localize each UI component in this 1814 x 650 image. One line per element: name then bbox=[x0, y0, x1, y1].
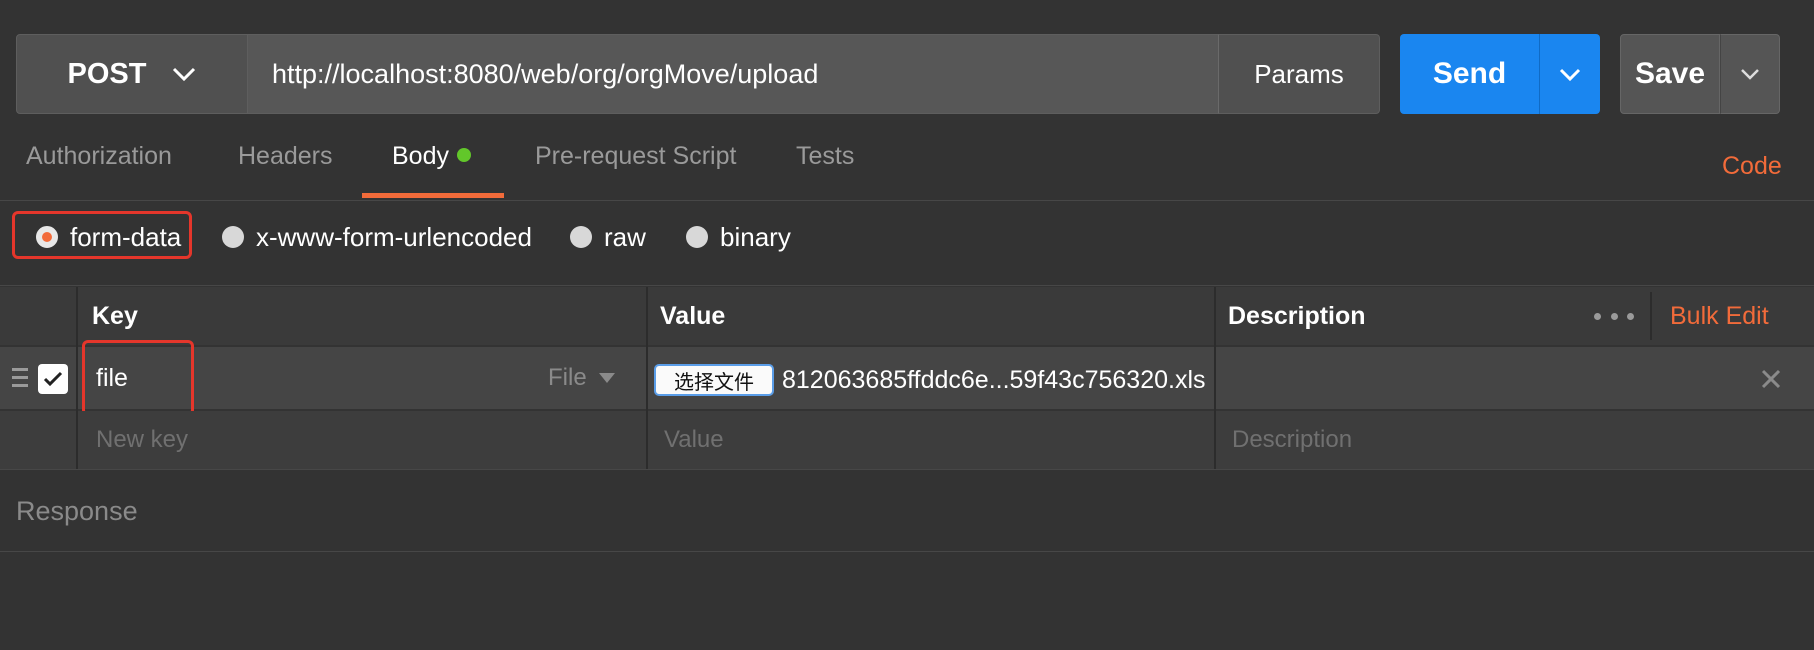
column-header-value: Value bbox=[660, 301, 726, 330]
chevron-down-icon bbox=[1741, 69, 1759, 80]
url-text: http://localhost:8080/web/org/orgMove/up… bbox=[272, 58, 819, 89]
column-divider bbox=[1214, 411, 1216, 469]
divider bbox=[0, 469, 1814, 470]
checkmark-icon bbox=[43, 371, 63, 387]
method-select[interactable]: POST bbox=[16, 34, 248, 114]
drag-handle-icon[interactable] bbox=[12, 368, 28, 390]
radio-label: raw bbox=[604, 221, 646, 252]
more-options-icon[interactable] bbox=[1594, 304, 1634, 328]
radio-x-www-form-urlencoded[interactable]: x-www-form-urlencoded bbox=[222, 214, 532, 260]
key-type-label: File bbox=[548, 364, 587, 391]
column-header-description: Description bbox=[1228, 301, 1366, 330]
choose-file-button[interactable]: 选择文件 bbox=[654, 364, 774, 396]
divider bbox=[0, 200, 1814, 201]
tab-label: Headers bbox=[238, 142, 333, 170]
tab-pre-request-script[interactable]: Pre-request Script bbox=[535, 142, 736, 192]
response-label: Response bbox=[16, 496, 138, 526]
close-icon[interactable] bbox=[1760, 368, 1782, 390]
save-label: Save bbox=[1634, 57, 1706, 90]
key-type-select[interactable]: File bbox=[548, 364, 615, 392]
url-input[interactable]: http://localhost:8080/web/org/orgMove/up… bbox=[248, 34, 1218, 114]
row-enabled-checkbox[interactable] bbox=[38, 364, 68, 394]
new-description-input[interactable]: Description bbox=[1232, 426, 1352, 454]
radio-unchecked-icon bbox=[570, 226, 592, 248]
active-tab-indicator bbox=[362, 193, 504, 198]
column-divider bbox=[1650, 292, 1652, 340]
method-label: POST bbox=[67, 57, 147, 90]
code-link[interactable]: Code bbox=[1722, 152, 1782, 181]
tab-headers[interactable]: Headers bbox=[238, 142, 333, 192]
save-options-button[interactable] bbox=[1720, 34, 1780, 114]
save-button[interactable]: Save bbox=[1620, 34, 1720, 114]
choose-file-label: 选择文件 bbox=[674, 371, 754, 394]
radio-unchecked-icon bbox=[686, 226, 708, 248]
tab-authorization[interactable]: Authorization bbox=[26, 142, 172, 192]
send-options-button[interactable] bbox=[1539, 34, 1600, 114]
tab-label: Tests bbox=[796, 142, 855, 170]
column-header-key: Key bbox=[92, 301, 138, 330]
column-divider bbox=[646, 411, 648, 469]
radio-checked-icon bbox=[36, 226, 58, 248]
chevron-down-icon bbox=[1559, 68, 1581, 81]
send-label: Send bbox=[1432, 57, 1507, 90]
divider bbox=[0, 551, 1814, 552]
radio-binary[interactable]: binary bbox=[686, 214, 791, 260]
tab-label: Body bbox=[392, 142, 449, 170]
tab-body[interactable]: Body bbox=[392, 142, 471, 192]
send-button[interactable]: Send bbox=[1400, 34, 1539, 114]
radio-form-data[interactable]: form-data bbox=[36, 214, 181, 260]
file-name: 812063685ffddc6e...59f43c756320.xls bbox=[782, 366, 1206, 394]
params-table-header bbox=[0, 287, 1814, 345]
radio-label: form-data bbox=[70, 221, 182, 252]
params-button[interactable]: Params bbox=[1218, 34, 1380, 114]
tab-label: Pre-request Script bbox=[535, 142, 737, 170]
tab-tests[interactable]: Tests bbox=[796, 142, 854, 192]
caret-down-icon bbox=[598, 373, 615, 383]
radio-label: x-www-form-urlencoded bbox=[256, 221, 532, 252]
bulk-edit-link[interactable]: Bulk Edit bbox=[1670, 287, 1769, 345]
radio-unchecked-icon bbox=[222, 226, 244, 248]
divider bbox=[0, 285, 1814, 286]
chevron-down-icon bbox=[173, 67, 196, 81]
radio-label: binary bbox=[720, 221, 791, 252]
new-value-input[interactable]: Value bbox=[664, 426, 724, 454]
body-status-dot bbox=[456, 148, 471, 163]
new-key-input[interactable]: New key bbox=[96, 426, 188, 454]
table-row-new bbox=[0, 411, 1814, 469]
radio-raw[interactable]: raw bbox=[570, 214, 646, 260]
params-label: Params bbox=[1254, 58, 1344, 89]
tab-label: Authorization bbox=[26, 142, 172, 170]
key-input[interactable]: file bbox=[96, 364, 128, 393]
column-divider bbox=[76, 411, 78, 469]
